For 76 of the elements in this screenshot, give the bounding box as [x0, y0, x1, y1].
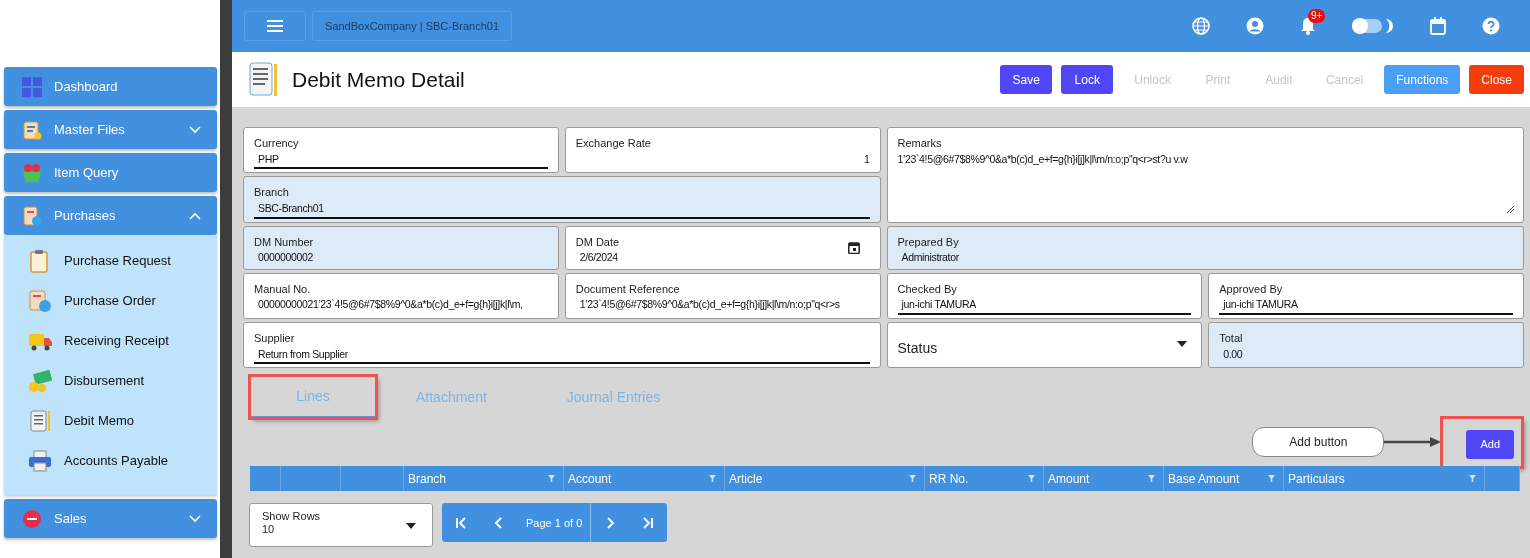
- page-indicator: Page 1 of 0: [518, 503, 592, 543]
- checklist-icon: [28, 289, 52, 313]
- toolbar-button[interactable]: Save: [1000, 65, 1053, 94]
- moon-icon: [1384, 18, 1394, 34]
- filter-icon: [1469, 475, 1476, 483]
- globe-icon[interactable]: [1192, 17, 1210, 35]
- page-title: Debit Memo Detail: [292, 66, 465, 93]
- submenu-item[interactable]: Debit Memo: [4, 401, 217, 441]
- column-header[interactable]: Article: [725, 466, 925, 492]
- notification-badge: 9+: [1308, 9, 1326, 23]
- dark-mode-toggle[interactable]: [1352, 19, 1382, 33]
- document-icon: [28, 409, 52, 433]
- submenu-item[interactable]: Accounts Payable: [4, 441, 217, 481]
- resize-grip-icon: [1506, 204, 1515, 214]
- caret-down-icon: [406, 523, 416, 530]
- filter-icon: [709, 475, 716, 483]
- company-selector[interactable]: SandBoxCompany | SBC-Branch01: [312, 11, 513, 41]
- input-field[interactable]: Checked By jun-ichi TAMURA: [886, 272, 1203, 319]
- basket-icon: [22, 162, 42, 183]
- column-header[interactable]: Account: [564, 466, 725, 492]
- filter-icon: [1028, 475, 1035, 483]
- filter-icon: [1148, 475, 1155, 483]
- submenu-item[interactable]: Purchase Order: [4, 281, 217, 321]
- sidebar-item[interactable]: Sales: [4, 499, 217, 538]
- add-button[interactable]: Add: [1466, 429, 1514, 459]
- callout-label: Add button: [1252, 427, 1385, 458]
- bell-icon[interactable]: [1300, 17, 1316, 35]
- help-icon[interactable]: [1482, 17, 1500, 35]
- clipboard-icon: [22, 119, 42, 140]
- input-field[interactable]: DM Date 2/6/2024: [564, 225, 881, 270]
- toolbar-button[interactable]: Lock: [1061, 65, 1114, 94]
- first-page-icon: [455, 516, 467, 529]
- input-field[interactable]: Approved By jun-ichi TAMURA: [1208, 272, 1524, 319]
- input-field[interactable]: Document Reference 1’23`4!5@6#7$8%9^0&a*b(c)d_e+f=g{h}i[j]k|l\m/n:o;p"q<r>s: [564, 272, 881, 319]
- printer-icon: [28, 449, 52, 473]
- sidebar-item[interactable]: Item Query: [4, 153, 217, 192]
- input-field[interactable]: Currency PHP: [243, 127, 559, 174]
- input-field[interactable]: Exchange Rate 1: [564, 127, 881, 174]
- previous-page-icon: [493, 516, 505, 529]
- checklist-icon: [22, 205, 42, 226]
- sidebar-item[interactable]: Dashboard: [4, 67, 217, 106]
- menu-icon: [267, 20, 283, 32]
- filter-icon: [909, 475, 916, 483]
- sidebar-item[interactable]: Master Files: [4, 110, 217, 149]
- filter-icon: [548, 475, 555, 483]
- submenu-item[interactable]: Disbursement: [4, 361, 217, 401]
- column-header[interactable]: Base Amount: [1164, 466, 1284, 492]
- input-field[interactable]: Total 0.00: [1208, 322, 1524, 369]
- input-field[interactable]: Supplier Return from Supplier: [243, 322, 881, 369]
- arrow-icon: [1384, 436, 1443, 449]
- column-header[interactable]: Particulars: [1284, 466, 1485, 492]
- sidebar-item[interactable]: Purchases: [4, 196, 217, 235]
- calendar-icon: [847, 240, 860, 254]
- column-header[interactable]: RR No.: [925, 466, 1044, 492]
- grid-icon: [22, 76, 42, 97]
- input-field[interactable]: Prepared By Administrator: [886, 225, 1524, 270]
- input-field[interactable]: Manual No. 00000000021’23`4!5@6#7$8%9^0&a*b(c)d_e+f=g{h}i[j]k|l\m,: [243, 272, 559, 319]
- column-header[interactable]: Amount: [1044, 466, 1164, 492]
- caret-down-icon: [1177, 341, 1188, 347]
- submenu-item[interactable]: Receiving Receipt: [4, 321, 217, 361]
- submenu-item[interactable]: Purchase Request: [4, 241, 217, 281]
- input-field[interactable]: DM Number 0000000002: [243, 225, 559, 270]
- status-dropdown[interactable]: Status: [886, 322, 1203, 369]
- last-page-icon: [642, 516, 655, 529]
- rows-per-page-select[interactable]: Show Rows 10: [249, 503, 433, 548]
- filter-icon: [1268, 475, 1275, 483]
- user-icon[interactable]: [1246, 17, 1264, 35]
- remarks-textarea[interactable]: Remarks 1’23`4!5@6#7$8%9^0&a*b(c)d_e+f=g{h}i[j]k|l\m/n:o;p"q<r>st?u v.w: [886, 127, 1524, 223]
- input-field[interactable]: Branch SBC-Branch01: [243, 176, 881, 223]
- menu-button[interactable]: [244, 11, 306, 41]
- toolbar-button[interactable]: Close: [1469, 65, 1524, 94]
- money-icon: [28, 369, 52, 393]
- calendar-icon[interactable]: [1430, 17, 1446, 35]
- next-page-icon: [604, 516, 617, 529]
- column-header[interactable]: Branch: [404, 466, 564, 492]
- document-icon: [248, 61, 278, 98]
